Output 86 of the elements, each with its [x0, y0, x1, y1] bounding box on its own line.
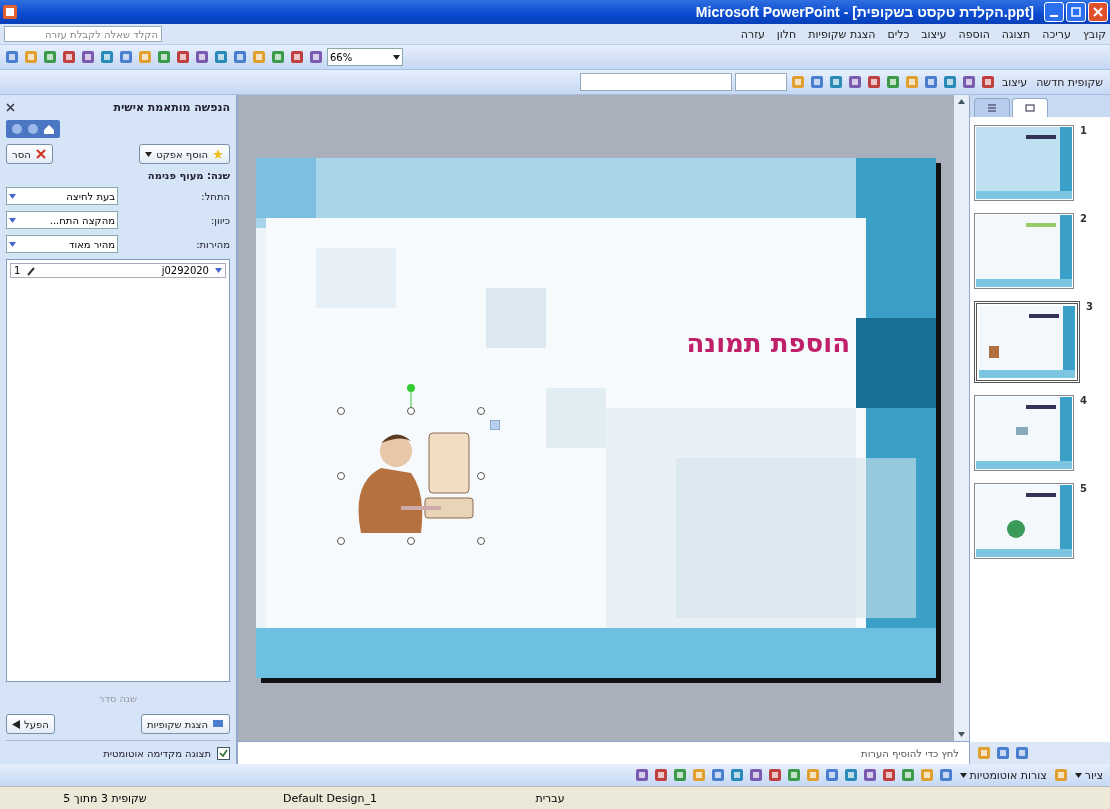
- back-icon[interactable]: [10, 122, 24, 136]
- outline-icon: [987, 103, 997, 113]
- maximize-icon: [1071, 7, 1081, 17]
- field-label: כיוון:: [210, 214, 230, 226]
- pane-title: הנפשה מותאמת אישית: [113, 101, 230, 114]
- selection-handle[interactable]: [337, 537, 345, 545]
- scroll-down-icon[interactable]: [957, 730, 966, 739]
- caret-icon: [9, 193, 16, 199]
- menu-item[interactable]: הוספה: [958, 27, 990, 41]
- animation-number: 1: [14, 265, 21, 276]
- menu-item[interactable]: כלים: [887, 27, 910, 41]
- vertical-scrollbar[interactable]: [954, 95, 969, 741]
- menu-item[interactable]: עיצוב: [921, 27, 947, 41]
- effect-dropdown[interactable]: מהיר מאוד: [6, 235, 118, 253]
- selection-handle[interactable]: [407, 537, 415, 545]
- maximize-button[interactable]: [1066, 2, 1086, 22]
- selection-handle[interactable]: [337, 472, 345, 480]
- slide-title: הוספת תמונה: [686, 328, 850, 358]
- selection-handle[interactable]: [337, 407, 345, 415]
- app-icon: [2, 4, 18, 20]
- draw-menu-button[interactable]: ציור: [1071, 766, 1106, 784]
- new-slide-button[interactable]: שקופית חדשה: [1033, 73, 1106, 91]
- animation-row[interactable]: 1 j0292020: [10, 263, 226, 278]
- home-icon[interactable]: [42, 122, 56, 136]
- language-indicator: עברית: [534, 791, 566, 805]
- slide-number: 2: [1080, 213, 1087, 224]
- outline-tab[interactable]: [974, 98, 1010, 117]
- close-button[interactable]: [1088, 2, 1108, 22]
- wand-icon: [26, 265, 37, 276]
- minimize-icon: [1050, 15, 1058, 17]
- selection-handle[interactable]: [477, 407, 485, 415]
- effect-dropdown[interactable]: בעת לחיצה: [6, 187, 118, 205]
- animation-tag-icon: [490, 420, 500, 430]
- slides-tab[interactable]: [1012, 98, 1048, 117]
- slide-counter: שקופית 3 מתוך 5: [62, 791, 148, 805]
- play-icon: [12, 719, 20, 729]
- scroll-up-icon[interactable]: [957, 97, 966, 106]
- selection-handle[interactable]: [407, 407, 415, 415]
- menu-item[interactable]: הצגת שקופיות: [808, 27, 876, 41]
- menu-item[interactable]: קובץ: [1082, 27, 1106, 41]
- close-icon: [1093, 7, 1103, 17]
- window-title: Microsoft PowerPoint - [הקלדת טקסט בשקופית.ppt]: [695, 4, 1034, 20]
- slide-number: 3: [1086, 301, 1093, 312]
- slide-number: 5: [1080, 483, 1087, 494]
- slide-number: 4: [1080, 395, 1087, 406]
- design-button[interactable]: עיצוב: [998, 73, 1031, 91]
- autoshapes-menu-button[interactable]: צורות אוטומטיות: [956, 766, 1050, 784]
- caret-icon: [9, 241, 16, 247]
- help-search-field[interactable]: הקלד שאלה לקבלת עזרה: [4, 26, 162, 42]
- remove-button[interactable]: הסר: [6, 144, 53, 164]
- close-icon[interactable]: [6, 103, 15, 112]
- delete-icon: [34, 148, 47, 160]
- selection-handle[interactable]: [477, 537, 485, 545]
- caret-icon: [9, 217, 16, 223]
- forward-icon[interactable]: [26, 122, 40, 136]
- caret-icon: [1074, 772, 1082, 778]
- caret-icon: [393, 54, 400, 60]
- font-size-field[interactable]: [734, 73, 787, 91]
- slide-number: 1: [1080, 125, 1087, 136]
- font-name-field[interactable]: [579, 73, 732, 91]
- design-name: Default Design_1: [281, 791, 379, 805]
- minimize-button[interactable]: [1044, 2, 1064, 22]
- field-label: מהירות:: [196, 238, 230, 250]
- checkbox-label: תצוגה מקדימה אוטומטית: [103, 748, 211, 759]
- rotate-handle[interactable]: [407, 384, 415, 408]
- add-effect-button[interactable]: הוסף אפקט: [139, 144, 230, 164]
- caret-icon: [215, 268, 222, 273]
- animation-name: j0292020: [161, 265, 209, 276]
- caret-icon: [959, 772, 967, 778]
- menu-item[interactable]: עזרה: [740, 27, 765, 41]
- star-icon: [212, 148, 224, 160]
- screen-icon: [212, 718, 224, 730]
- notes-field[interactable]: לחץ כדי להוסיף הערות: [238, 741, 969, 764]
- play-button[interactable]: הפעל: [6, 714, 55, 734]
- effect-dropdown[interactable]: מהקצה התח...: [6, 211, 118, 229]
- menu-item[interactable]: עריכה: [1042, 27, 1071, 41]
- change-effect-label: שנה: מעוף פנימה: [146, 170, 230, 181]
- autopreview-checkbox[interactable]: [217, 747, 230, 760]
- zoom-field[interactable]: 66%: [327, 48, 403, 66]
- selection-handle[interactable]: [477, 472, 485, 480]
- caret-icon: [145, 151, 153, 157]
- slide-icon: [1025, 103, 1035, 113]
- slide-show-button[interactable]: הצגת שקופיות: [140, 714, 230, 734]
- menu-item[interactable]: חלון: [776, 27, 797, 41]
- field-label: התחל:: [201, 190, 230, 202]
- menu-item[interactable]: תצוגה: [1001, 27, 1031, 41]
